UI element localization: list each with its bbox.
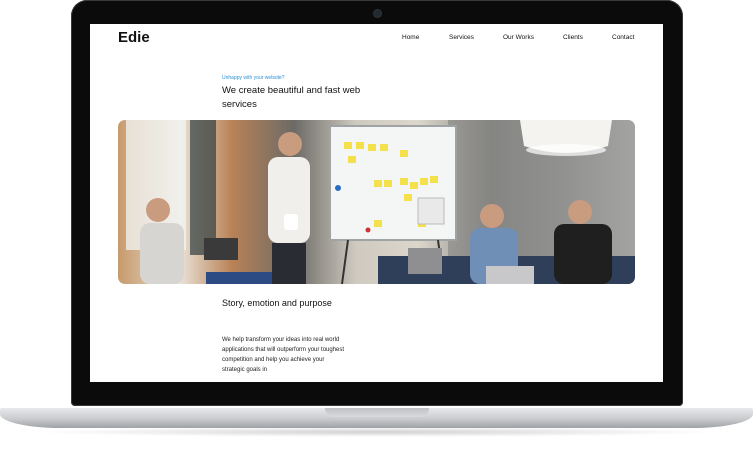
- hero-image: [118, 120, 635, 284]
- section-body: We help transform your ideas into real w…: [222, 337, 345, 373]
- laptop-screen: Edie Home Services Our Works Clients Con…: [90, 24, 663, 382]
- nav-contact[interactable]: Contact: [612, 34, 634, 41]
- hero-eyebrow: Unhappy with your website?: [222, 75, 285, 81]
- team-meeting-illustration: [126, 120, 635, 284]
- main-nav: Home Services Our Works Clients Contact: [90, 34, 663, 46]
- nav-services[interactable]: Services: [449, 34, 474, 41]
- camera-icon: [374, 10, 381, 17]
- section-title: Story, emotion and purpose: [222, 298, 332, 308]
- laptop-base-notch: [325, 408, 429, 417]
- laptop-shadow: [30, 427, 723, 437]
- nav-our-works[interactable]: Our Works: [503, 34, 534, 41]
- nav-home[interactable]: Home: [402, 34, 419, 41]
- nav-clients[interactable]: Clients: [563, 34, 583, 41]
- hero-headline: We create beautiful and fast web service…: [222, 85, 361, 110]
